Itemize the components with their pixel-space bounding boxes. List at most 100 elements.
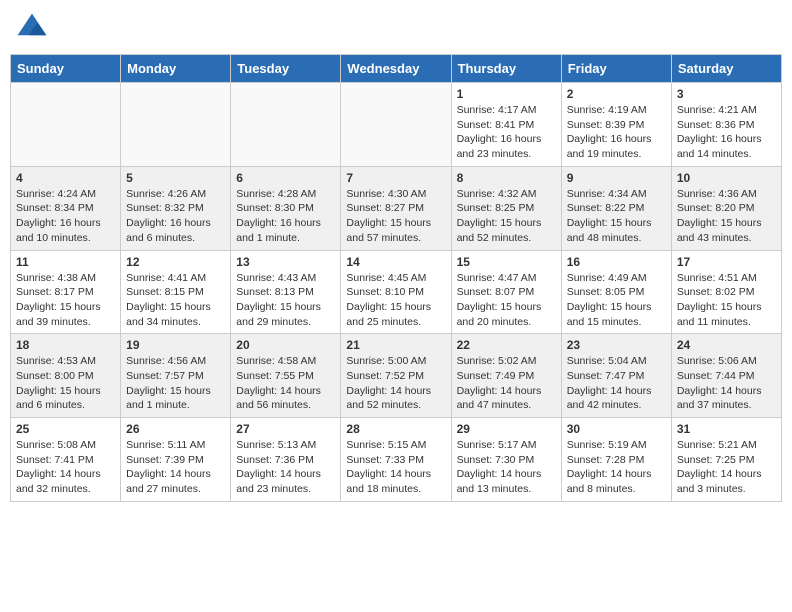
day-info: Sunrise: 4:38 AM Sunset: 8:17 PM Dayligh…	[16, 271, 115, 330]
day-number: 29	[457, 422, 556, 436]
col-header-thursday: Thursday	[451, 55, 561, 83]
calendar-cell	[11, 83, 121, 167]
day-info: Sunrise: 5:21 AM Sunset: 7:25 PM Dayligh…	[677, 438, 776, 497]
day-info: Sunrise: 4:51 AM Sunset: 8:02 PM Dayligh…	[677, 271, 776, 330]
day-info: Sunrise: 4:30 AM Sunset: 8:27 PM Dayligh…	[346, 187, 445, 246]
day-number: 15	[457, 255, 556, 269]
calendar-cell: 10 Sunrise: 4:36 AM Sunset: 8:20 PM Dayli…	[671, 166, 781, 250]
calendar-cell: 18 Sunrise: 4:53 AM Sunset: 8:00 PM Dayli…	[11, 334, 121, 418]
calendar-cell: 11 Sunrise: 4:38 AM Sunset: 8:17 PM Dayli…	[11, 250, 121, 334]
calendar-cell	[121, 83, 231, 167]
calendar-cell: 15Sunrise: 4:47 AM Sunset: 8:07 PM Dayli…	[451, 250, 561, 334]
day-number: 21	[346, 338, 445, 352]
day-number: 9	[567, 171, 666, 185]
day-number: 17	[677, 255, 776, 269]
col-header-tuesday: Tuesday	[231, 55, 341, 83]
calendar-cell: 8 Sunrise: 4:32 AM Sunset: 8:25 PM Daylig…	[451, 166, 561, 250]
day-info: Sunrise: 5:06 AM Sunset: 7:44 PM Dayligh…	[677, 354, 776, 413]
day-info: Sunrise: 4:26 AM Sunset: 8:32 PM Dayligh…	[126, 187, 225, 246]
calendar-cell: 6 Sunrise: 4:28 AM Sunset: 8:30 PM Daylig…	[231, 166, 341, 250]
day-info: Sunrise: 4:58 AM Sunset: 7:55 PM Dayligh…	[236, 354, 335, 413]
day-number: 27	[236, 422, 335, 436]
calendar-cell	[341, 83, 451, 167]
day-number: 20	[236, 338, 335, 352]
col-header-wednesday: Wednesday	[341, 55, 451, 83]
day-info: Sunrise: 5:17 AM Sunset: 7:30 PM Dayligh…	[457, 438, 556, 497]
col-header-saturday: Saturday	[671, 55, 781, 83]
day-number: 26	[126, 422, 225, 436]
calendar-cell: 14 Sunrise: 4:45 AM Sunset: 8:10 PM Dayli…	[341, 250, 451, 334]
day-info: Sunrise: 4:24 AM Sunset: 8:34 PM Dayligh…	[16, 187, 115, 246]
day-number: 28	[346, 422, 445, 436]
day-info: Sunrise: 5:08 AM Sunset: 7:41 PM Dayligh…	[16, 438, 115, 497]
logo	[14, 10, 54, 46]
day-info: Sunrise: 4:36 AM Sunset: 8:20 PM Dayligh…	[677, 187, 776, 246]
day-info: Sunrise: 5:11 AM Sunset: 7:39 PM Dayligh…	[126, 438, 225, 497]
calendar-cell: 24 Sunrise: 5:06 AM Sunset: 7:44 PM Dayli…	[671, 334, 781, 418]
calendar-cell: 26 Sunrise: 5:11 AM Sunset: 7:39 PM Dayli…	[121, 418, 231, 502]
day-number: 22	[457, 338, 556, 352]
page-header	[10, 10, 782, 46]
day-info: Sunrise: 4:19 AM Sunset: 8:39 PM Dayligh…	[567, 103, 666, 162]
day-info: Sunrise: 4:41 AM Sunset: 8:15 PM Dayligh…	[126, 271, 225, 330]
calendar-cell: 20 Sunrise: 4:58 AM Sunset: 7:55 PM Dayli…	[231, 334, 341, 418]
day-number: 3	[677, 87, 776, 101]
day-number: 1	[457, 87, 556, 101]
calendar-cell: 9 Sunrise: 4:34 AM Sunset: 8:22 PM Daylig…	[561, 166, 671, 250]
calendar-cell: 19 Sunrise: 4:56 AM Sunset: 7:57 PM Dayli…	[121, 334, 231, 418]
day-number: 10	[677, 171, 776, 185]
day-number: 24	[677, 338, 776, 352]
calendar-cell: 27 Sunrise: 5:13 AM Sunset: 7:36 PM Dayli…	[231, 418, 341, 502]
calendar-cell: 29 Sunrise: 5:17 AM Sunset: 7:30 PM Dayli…	[451, 418, 561, 502]
day-info: Sunrise: 4:32 AM Sunset: 8:25 PM Dayligh…	[457, 187, 556, 246]
day-number: 14	[346, 255, 445, 269]
day-info: Sunrise: 5:00 AM Sunset: 7:52 PM Dayligh…	[346, 354, 445, 413]
day-number: 30	[567, 422, 666, 436]
day-info: Sunrise: 5:19 AM Sunset: 7:28 PM Dayligh…	[567, 438, 666, 497]
day-number: 13	[236, 255, 335, 269]
col-header-friday: Friday	[561, 55, 671, 83]
day-number: 12	[126, 255, 225, 269]
day-info: Sunrise: 4:53 AM Sunset: 8:00 PM Dayligh…	[16, 354, 115, 413]
day-number: 16	[567, 255, 666, 269]
day-info: Sunrise: 5:02 AM Sunset: 7:49 PM Dayligh…	[457, 354, 556, 413]
day-info: Sunrise: 4:34 AM Sunset: 8:22 PM Dayligh…	[567, 187, 666, 246]
calendar-cell: 12 Sunrise: 4:41 AM Sunset: 8:15 PM Dayli…	[121, 250, 231, 334]
day-info: Sunrise: 5:13 AM Sunset: 7:36 PM Dayligh…	[236, 438, 335, 497]
calendar-cell: 28 Sunrise: 5:15 AM Sunset: 7:33 PM Dayli…	[341, 418, 451, 502]
calendar-cell: 30 Sunrise: 5:19 AM Sunset: 7:28 PM Dayli…	[561, 418, 671, 502]
calendar-cell: 7 Sunrise: 4:30 AM Sunset: 8:27 PM Daylig…	[341, 166, 451, 250]
calendar-cell: 2 Sunrise: 4:19 AM Sunset: 8:39 PM Daylig…	[561, 83, 671, 167]
day-info: Sunrise: 4:45 AM Sunset: 8:10 PM Dayligh…	[346, 271, 445, 330]
calendar-table: SundayMondayTuesdayWednesdayThursdayFrid…	[10, 54, 782, 502]
calendar-cell: 1 Sunrise: 4:17 AM Sunset: 8:41 PM Daylig…	[451, 83, 561, 167]
day-number: 11	[16, 255, 115, 269]
day-info: Sunrise: 5:15 AM Sunset: 7:33 PM Dayligh…	[346, 438, 445, 497]
day-info: Sunrise: 4:21 AM Sunset: 8:36 PM Dayligh…	[677, 103, 776, 162]
calendar-cell: 4 Sunrise: 4:24 AM Sunset: 8:34 PM Daylig…	[11, 166, 121, 250]
day-number: 6	[236, 171, 335, 185]
calendar-cell: 17 Sunrise: 4:51 AM Sunset: 8:02 PM Dayli…	[671, 250, 781, 334]
calendar-cell: 31Sunrise: 5:21 AM Sunset: 7:25 PM Dayli…	[671, 418, 781, 502]
col-header-sunday: Sunday	[11, 55, 121, 83]
day-info: Sunrise: 4:17 AM Sunset: 8:41 PM Dayligh…	[457, 103, 556, 162]
day-info: Sunrise: 4:49 AM Sunset: 8:05 PM Dayligh…	[567, 271, 666, 330]
day-number: 18	[16, 338, 115, 352]
day-number: 19	[126, 338, 225, 352]
day-info: Sunrise: 4:28 AM Sunset: 8:30 PM Dayligh…	[236, 187, 335, 246]
day-number: 8	[457, 171, 556, 185]
day-number: 5	[126, 171, 225, 185]
day-number: 7	[346, 171, 445, 185]
col-header-monday: Monday	[121, 55, 231, 83]
calendar-cell: 22 Sunrise: 5:02 AM Sunset: 7:49 PM Dayli…	[451, 334, 561, 418]
calendar-cell: 23 Sunrise: 5:04 AM Sunset: 7:47 PM Dayli…	[561, 334, 671, 418]
day-number: 4	[16, 171, 115, 185]
day-number: 2	[567, 87, 666, 101]
day-info: Sunrise: 4:56 AM Sunset: 7:57 PM Dayligh…	[126, 354, 225, 413]
calendar-cell: 5 Sunrise: 4:26 AM Sunset: 8:32 PM Daylig…	[121, 166, 231, 250]
day-info: Sunrise: 5:04 AM Sunset: 7:47 PM Dayligh…	[567, 354, 666, 413]
day-number: 23	[567, 338, 666, 352]
calendar-cell: 13Sunrise: 4:43 AM Sunset: 8:13 PM Dayli…	[231, 250, 341, 334]
calendar-cell	[231, 83, 341, 167]
calendar-cell: 21 Sunrise: 5:00 AM Sunset: 7:52 PM Dayli…	[341, 334, 451, 418]
